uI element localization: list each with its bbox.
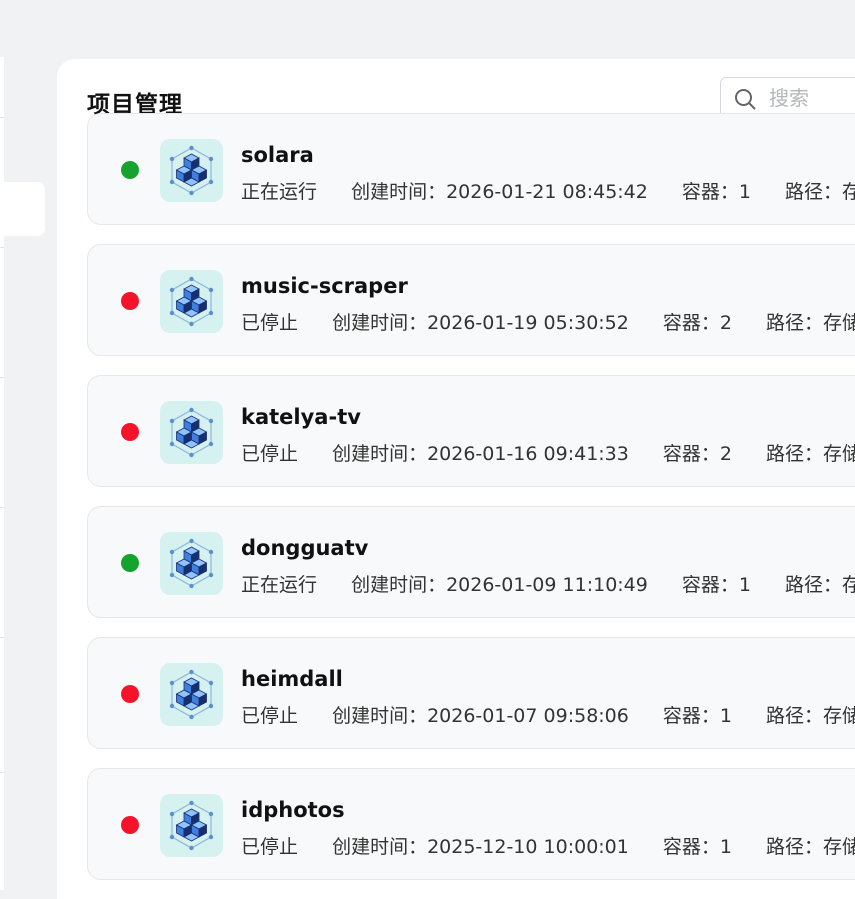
project-meta: 正在运行 创建时间：2026-01-21 08:45:42 容器：1 路径：存储… (241, 177, 855, 204)
project-card[interactable]: dongguatv 正在运行 创建时间：2026-01-09 11:10:49 … (87, 506, 855, 618)
project-card[interactable]: katelya-tv 已停止 创建时间：2026-01-16 09:41:33 … (87, 375, 855, 487)
project-container-count: 容器：1 (681, 181, 751, 203)
project-path: 路径：存储空间 (766, 836, 855, 858)
project-status-text: 已停止 (241, 312, 299, 334)
sidebar-divider (0, 377, 4, 378)
project-path: 路径：存储空间 (785, 574, 855, 596)
project-meta: 已停止 创建时间：2026-01-19 05:30:52 容器：2 路径：存储空… (241, 308, 855, 335)
project-meta: 已停止 创建时间：2025-12-10 10:00:01 容器：1 路径：存储空… (241, 832, 855, 859)
project-status-text: 正在运行 (241, 574, 318, 596)
sidebar-divider (0, 117, 4, 118)
project-name[interactable]: katelya-tv (241, 405, 361, 429)
search-input[interactable] (767, 84, 855, 112)
project-meta: 正在运行 创建时间：2026-01-09 11:10:49 容器：1 路径：存储… (241, 570, 855, 597)
status-indicator (121, 816, 139, 834)
project-created-time: 创建时间：2026-01-19 05:30:52 (332, 312, 629, 334)
project-name[interactable]: heimdall (241, 667, 343, 691)
project-card[interactable]: solara 正在运行 创建时间：2026-01-21 08:45:42 容器：… (87, 113, 855, 225)
project-path: 路径：存储空间 (766, 705, 855, 727)
project-created-time: 创建时间：2025-12-10 10:00:01 (332, 836, 629, 858)
project-cube-icon (160, 663, 223, 726)
project-cube-icon (160, 139, 223, 202)
project-name[interactable]: solara (241, 143, 314, 167)
project-container-count: 容器：1 (662, 836, 732, 858)
project-container-count: 容器：1 (662, 705, 732, 727)
project-status-text: 已停止 (241, 836, 299, 858)
main-panel: 项目管理 搜索 solara 正在运行 创建时间：2026-01-21 08:4… (57, 59, 855, 899)
sidebar-divider (0, 772, 4, 773)
project-status-text: 已停止 (241, 443, 299, 465)
status-indicator (121, 292, 139, 310)
project-meta: 已停止 创建时间：2026-01-07 09:58:06 容器：1 路径：存储空… (241, 701, 855, 728)
project-created-time: 创建时间：2026-01-09 11:10:49 (351, 574, 648, 596)
project-path: 路径：存储空间 (766, 312, 855, 334)
project-cube-icon (160, 794, 223, 857)
project-container-count: 容器：1 (681, 574, 751, 596)
status-indicator (121, 161, 139, 179)
project-meta: 已停止 创建时间：2026-01-16 09:41:33 容器：2 路径：存储空… (241, 439, 855, 466)
project-card[interactable]: heimdall 已停止 创建时间：2026-01-07 09:58:06 容器… (87, 637, 855, 749)
search-icon (735, 89, 756, 110)
project-name[interactable]: idphotos (241, 798, 345, 822)
status-indicator (121, 554, 139, 572)
project-cube-icon (160, 270, 223, 333)
sidebar-divider (0, 637, 4, 638)
project-status-text: 正在运行 (241, 181, 318, 203)
project-card[interactable]: music-scraper 已停止 创建时间：2026-01-19 05:30:… (87, 244, 855, 356)
sidebar-item-active[interactable] (0, 182, 45, 236)
sidebar-divider (0, 247, 4, 248)
project-name[interactable]: music-scraper (241, 274, 408, 298)
sidebar-divider (0, 507, 4, 508)
project-name[interactable]: dongguatv (241, 536, 368, 560)
project-cube-icon (160, 532, 223, 595)
project-cube-icon (160, 401, 223, 464)
status-indicator (121, 423, 139, 441)
project-container-count: 容器：2 (662, 443, 732, 465)
project-created-time: 创建时间：2026-01-07 09:58:06 (332, 705, 629, 727)
project-status-text: 已停止 (241, 705, 299, 727)
project-card[interactable]: idphotos 已停止 创建时间：2025-12-10 10:00:01 容器… (87, 768, 855, 880)
project-path: 路径：存储空间 (766, 443, 855, 465)
project-container-count: 容器：2 (662, 312, 732, 334)
project-path: 路径：存储空间 (785, 181, 855, 203)
status-indicator (121, 685, 139, 703)
project-created-time: 创建时间：2026-01-16 09:41:33 (332, 443, 629, 465)
project-created-time: 创建时间：2026-01-21 08:45:42 (351, 181, 648, 203)
